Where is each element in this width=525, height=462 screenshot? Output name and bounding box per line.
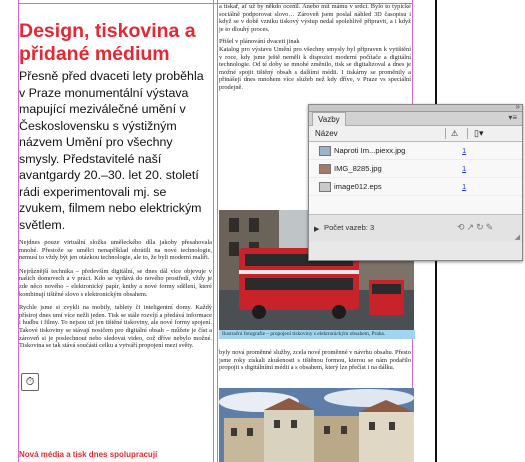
relink-icon[interactable]: ⟲ bbox=[457, 222, 467, 232]
article-lead: Přesně před dvaceti lety proběhla v Praz… bbox=[19, 69, 204, 232]
update-link-icon[interactable]: ↻ bbox=[476, 222, 486, 232]
page-icon[interactable]: ▯▾ bbox=[474, 126, 483, 141]
link-filename: Naproti Im...piexx.jpg bbox=[334, 146, 406, 155]
placed-image-buildings[interactable] bbox=[219, 388, 414, 462]
resize-grip-icon[interactable]: ◢ bbox=[515, 233, 520, 241]
link-row[interactable]: IMG_8285.jpg 1 bbox=[309, 160, 522, 178]
body-paragraph: a tiskař, ať už by někdo ocenil. Anebo m… bbox=[219, 3, 411, 33]
link-page-number[interactable]: 1 bbox=[462, 178, 466, 195]
goto-link-icon[interactable]: ↗ bbox=[467, 222, 477, 232]
column-name-header[interactable]: Název bbox=[315, 126, 338, 141]
warning-icon[interactable]: ⚠ bbox=[451, 126, 458, 141]
subheading: Přišel v plánování dvaceti jinak bbox=[219, 38, 300, 46]
links-panel-footer: ▶ Počet vazeb: 3 ⟲↗↻✎ ◢ bbox=[309, 215, 522, 242]
panel-tab-row: Vazby ▾≡ bbox=[309, 112, 522, 126]
image-caption: Ilustrační fotografie – propojení tiskov… bbox=[219, 330, 415, 339]
text-column-left[interactable]: Design, tiskovina a přidané médium Přesn… bbox=[19, 6, 212, 350]
body-paragraph: Nejdnes pouze virtuální složka uměleckéh… bbox=[19, 239, 212, 262]
link-filename: IMG_8285.jpg bbox=[334, 164, 382, 173]
section-heading: Nová média a tisk dnes spolupracují bbox=[19, 450, 158, 459]
stopwatch-icon: ⏱ bbox=[21, 373, 39, 391]
column-separator bbox=[467, 128, 468, 139]
links-list[interactable]: Naproti Im...piexx.jpg 1 IMG_8285.jpg 1 … bbox=[309, 142, 522, 215]
footer-actions: ⟲↗↻✎ bbox=[457, 222, 495, 233]
link-row[interactable]: Naproti Im...piexx.jpg 1 bbox=[309, 142, 522, 160]
document-page: Design, tiskovina a přidané médium Přesn… bbox=[0, 0, 525, 462]
links-column-header: Název ⚠ ▯▾ bbox=[309, 126, 522, 142]
column-separator bbox=[445, 128, 446, 139]
buildings-photo bbox=[219, 388, 414, 462]
body-paragraph: Nejrůznější technika – především digitál… bbox=[19, 267, 212, 298]
body-paragraph: Rychle jsme si zvykli na mobily, tablety… bbox=[19, 304, 212, 350]
image-thumbnail-icon bbox=[319, 182, 331, 192]
image-thumbnail-icon bbox=[319, 146, 331, 156]
panel-drag-bar[interactable]: » bbox=[309, 102, 522, 112]
links-count: Počet vazeb: 3 bbox=[324, 223, 375, 232]
tab-links[interactable]: Vazby bbox=[312, 112, 346, 126]
body-paragraph: byly nová proměnné služby, zcela nové pr… bbox=[219, 349, 411, 372]
collapse-icon[interactable]: » bbox=[516, 102, 520, 111]
column-guide-2 bbox=[217, 0, 218, 462]
image-thumbnail-icon bbox=[319, 164, 331, 174]
link-page-number[interactable]: 1 bbox=[462, 142, 466, 159]
links-panel[interactable]: » Vazby ▾≡ Název ⚠ ▯▾ Naproti Im...piexx… bbox=[308, 102, 523, 261]
link-row[interactable]: image012.eps 1 bbox=[309, 178, 522, 196]
edit-original-icon[interactable]: ✎ bbox=[486, 222, 496, 232]
link-page-number[interactable]: 1 bbox=[462, 160, 466, 177]
disclosure-triangle-icon[interactable]: ▶ bbox=[314, 225, 319, 233]
body-paragraph: Katalog pro výstavu Umění pro všechny sm… bbox=[219, 45, 411, 91]
panel-menu-icon[interactable]: ▾≡ bbox=[508, 113, 517, 122]
column-guide-1 bbox=[213, 0, 214, 462]
text-column-right-lower[interactable]: byly nová proměnné služby, zcela nové pr… bbox=[219, 343, 411, 372]
link-filename: image012.eps bbox=[334, 182, 382, 191]
text-column-right[interactable]: a tiskař, ať už by někdo ocenil. Anebo m… bbox=[219, 3, 411, 97]
article-headline: Design, tiskovina a přidané médium bbox=[19, 20, 196, 65]
